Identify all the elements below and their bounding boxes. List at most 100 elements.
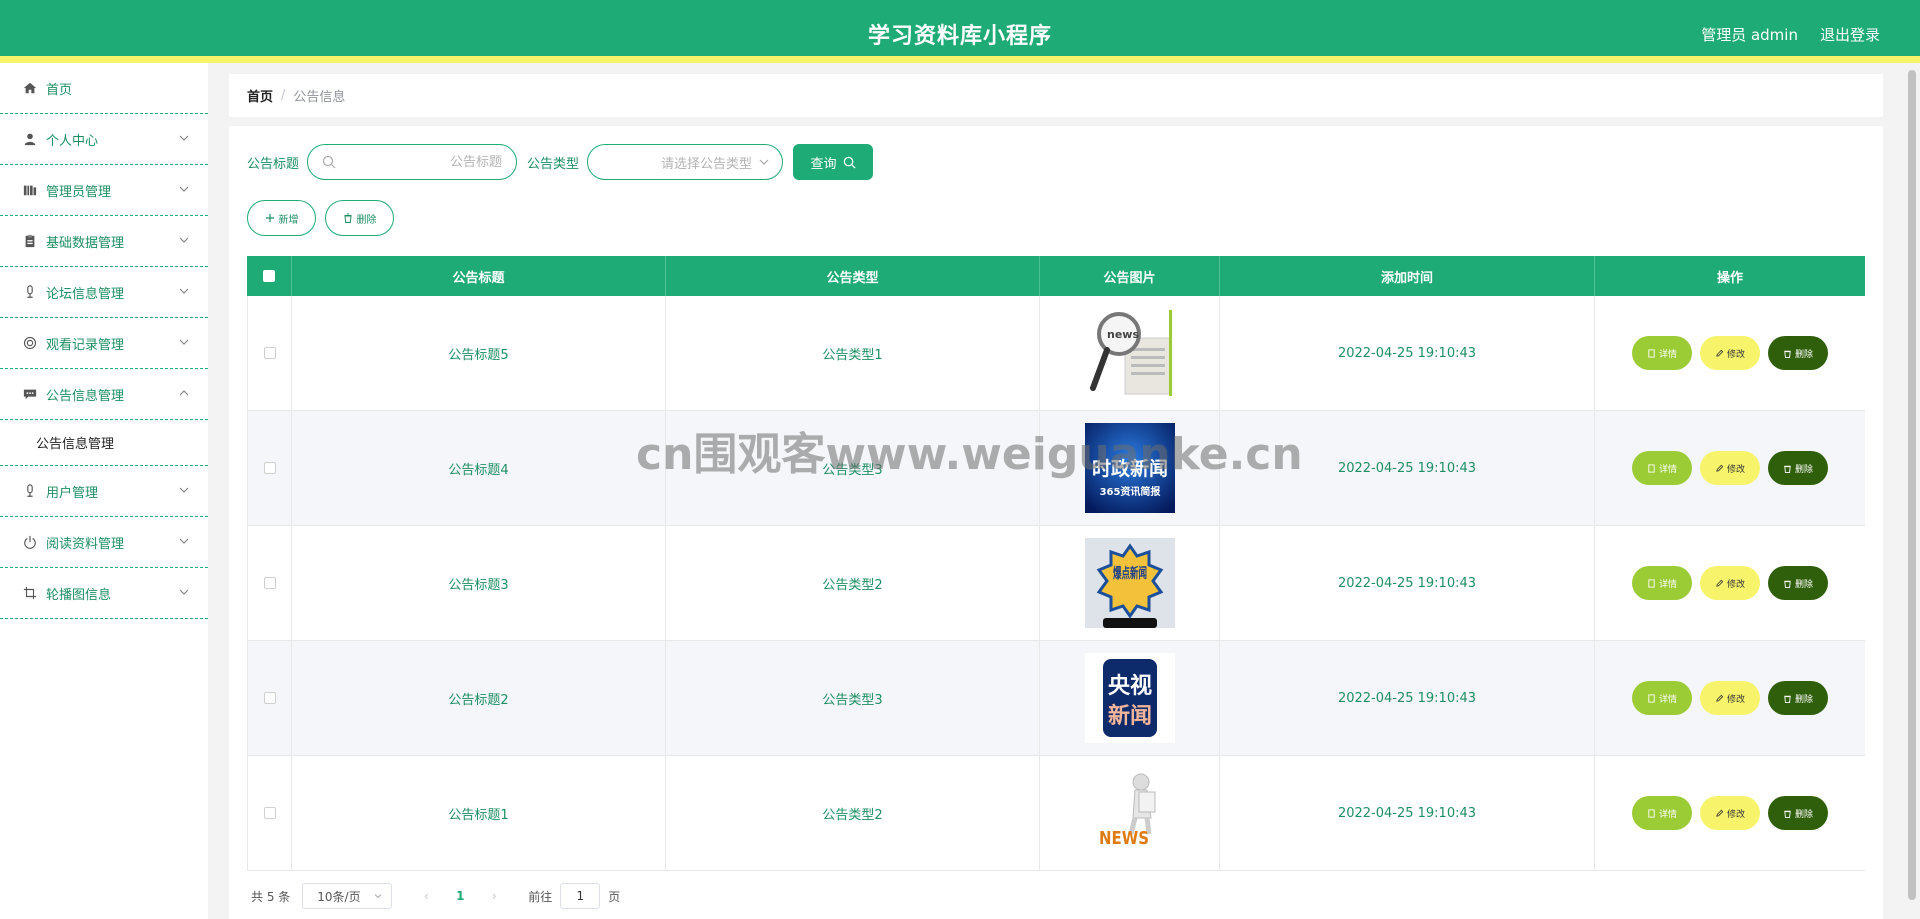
sidebar-item-label: 阅读资料管理 xyxy=(46,536,125,552)
user-icon xyxy=(22,131,38,147)
title-search-input[interactable] xyxy=(336,154,503,170)
announcement-image-breaking-news[interactable]: 爆点新闻 xyxy=(1084,538,1175,628)
delete-button[interactable]: 删除 xyxy=(1768,796,1828,830)
row-time: 2022-04-25 19:10:43 xyxy=(1220,296,1595,410)
breadcrumb-current: 公告信息 xyxy=(293,90,346,105)
edit-button[interactable]: 修改 xyxy=(1700,451,1760,485)
edit-button-label: 修改 xyxy=(1726,349,1745,360)
table-row: 公告标题2 公告类型3 央视 新闻 2022-04-25 19:10:43 详情… xyxy=(247,641,1865,756)
document-icon xyxy=(1648,693,1655,703)
current-user[interactable]: 管理员 admin xyxy=(1701,24,1798,45)
prev-page-button[interactable]: ‹ xyxy=(412,889,440,903)
detail-button[interactable]: 详情 xyxy=(1632,336,1692,370)
breadcrumb: 首页 / 公告信息 xyxy=(229,74,1883,117)
trash-icon xyxy=(1784,465,1791,473)
row-checkbox[interactable] xyxy=(263,577,276,589)
target-icon xyxy=(22,335,38,351)
bulk-delete-button-label: 删除 xyxy=(356,214,377,226)
edit-button[interactable]: 修改 xyxy=(1700,681,1760,715)
edit-button-label: 修改 xyxy=(1726,464,1745,475)
action-row: 新增 删除 xyxy=(247,200,394,236)
detail-button-label: 详情 xyxy=(1658,809,1677,820)
query-button[interactable]: 查询 xyxy=(793,144,874,180)
next-page-button[interactable]: › xyxy=(480,889,508,903)
title-search-field[interactable] xyxy=(307,144,518,180)
news-3d-text: NEWS xyxy=(1099,828,1149,849)
sidebar-item-profile[interactable]: 个人中心 xyxy=(0,114,208,165)
type-select-placeholder: 请选择公告类型 xyxy=(661,156,753,172)
row-checkbox[interactable] xyxy=(263,462,276,474)
select-all-checkbox[interactable] xyxy=(263,270,275,282)
sidebar-item-forum[interactable]: 论坛信息管理 xyxy=(0,267,208,318)
row-checkbox[interactable] xyxy=(263,347,276,359)
row-type: 公告类型3 xyxy=(666,641,1040,755)
edit-icon xyxy=(1716,349,1724,357)
edit-icon xyxy=(1716,579,1724,587)
message-icon xyxy=(22,386,38,402)
row-checkbox[interactable] xyxy=(263,807,276,819)
sidebar-item-announcements[interactable]: 公告信息管理 xyxy=(0,369,208,420)
column-header-title: 公告标题 xyxy=(292,256,666,296)
announcement-image-news-magnifier[interactable]: news xyxy=(1084,308,1175,398)
delete-button[interactable]: 删除 xyxy=(1768,336,1828,370)
sidebar-item-label: 轮播图信息 xyxy=(46,587,112,603)
bulk-delete-button[interactable]: 删除 xyxy=(325,200,394,236)
chevron-down-icon xyxy=(179,487,189,493)
chevron-up-icon xyxy=(179,390,189,396)
sidebar-item-label: 个人中心 xyxy=(46,133,99,149)
row-time: 2022-04-25 19:10:43 xyxy=(1220,756,1595,870)
add-button-label: 新增 xyxy=(278,214,299,226)
type-select[interactable]: 请选择公告类型 xyxy=(587,144,784,180)
announcement-table: 公告标题 公告类型 公告图片 添加时间 操作 公告标题5 公告类型1 news xyxy=(247,256,1865,871)
detail-button[interactable]: 详情 xyxy=(1632,451,1692,485)
detail-button[interactable]: 详情 xyxy=(1632,796,1692,830)
page-scrollbar[interactable] xyxy=(1908,70,1916,900)
page-size-select[interactable]: 10条/页 xyxy=(302,883,393,909)
page-size-value: 10条/页 xyxy=(317,889,361,904)
delete-button-label: 删除 xyxy=(1794,349,1813,360)
edit-button[interactable]: 修改 xyxy=(1700,796,1760,830)
search-icon xyxy=(322,155,336,169)
row-time: 2022-04-25 19:10:43 xyxy=(1220,411,1595,525)
edit-button-label: 修改 xyxy=(1726,809,1745,820)
column-header-type: 公告类型 xyxy=(666,256,1040,296)
row-checkbox[interactable] xyxy=(263,692,276,704)
row-time: 2022-04-25 19:10:43 xyxy=(1220,526,1595,640)
add-button[interactable]: 新增 xyxy=(247,200,316,236)
detail-button-label: 详情 xyxy=(1658,579,1677,590)
detail-button[interactable]: 详情 xyxy=(1632,566,1692,600)
goto-page-input[interactable] xyxy=(560,883,601,909)
announcement-image-current-affairs-news[interactable]: 时政新闻 365资讯简报 xyxy=(1084,423,1175,513)
column-header-ops: 操作 xyxy=(1716,270,1743,286)
sidebar-item-reading[interactable]: 阅读资料管理 xyxy=(0,517,208,568)
sidebar-item-label: 用户管理 xyxy=(46,485,99,501)
submenu-announcement-management[interactable]: 公告信息管理 xyxy=(0,420,208,466)
announcement-image-cctv-news[interactable]: 央视 新闻 xyxy=(1084,653,1175,743)
document-icon xyxy=(1648,348,1655,358)
delete-button[interactable]: 删除 xyxy=(1768,566,1828,600)
delete-button[interactable]: 删除 xyxy=(1768,681,1828,715)
page-number[interactable]: 1 xyxy=(440,889,480,903)
edit-button[interactable]: 修改 xyxy=(1700,566,1760,600)
chevron-down-icon xyxy=(179,538,189,544)
column-header-image: 公告图片 xyxy=(1040,256,1220,296)
sidebar-item-home[interactable]: 首页 xyxy=(0,63,208,114)
page-suffix: 页 xyxy=(608,889,621,904)
sidebar-item-carousel[interactable]: 轮播图信息 xyxy=(0,568,208,619)
announcement-image-news-3d-figure[interactable]: NEWS xyxy=(1084,768,1175,858)
sidebar-item-users[interactable]: 用户管理 xyxy=(0,466,208,517)
breadcrumb-home[interactable]: 首页 xyxy=(247,86,273,105)
trash-icon xyxy=(1784,350,1791,358)
sidebar-item-admins[interactable]: 管理员管理 xyxy=(0,165,208,216)
logout-link[interactable]: 退出登录 xyxy=(1820,24,1880,45)
sidebar-item-basic-data[interactable]: 基础数据管理 xyxy=(0,216,208,267)
column-header-time: 添加时间 xyxy=(1220,256,1595,296)
row-type: 公告类型2 xyxy=(666,756,1040,870)
goto-label: 前往 xyxy=(528,889,553,904)
sidebar-item-watch-records[interactable]: 观看记录管理 xyxy=(0,318,208,369)
delete-button[interactable]: 删除 xyxy=(1768,451,1828,485)
pagination: 共 5 条 10条/页 ‹ 1 › 前往 页 xyxy=(251,883,620,909)
edit-button-label: 修改 xyxy=(1726,694,1745,705)
detail-button[interactable]: 详情 xyxy=(1632,681,1692,715)
edit-button[interactable]: 修改 xyxy=(1700,336,1760,370)
